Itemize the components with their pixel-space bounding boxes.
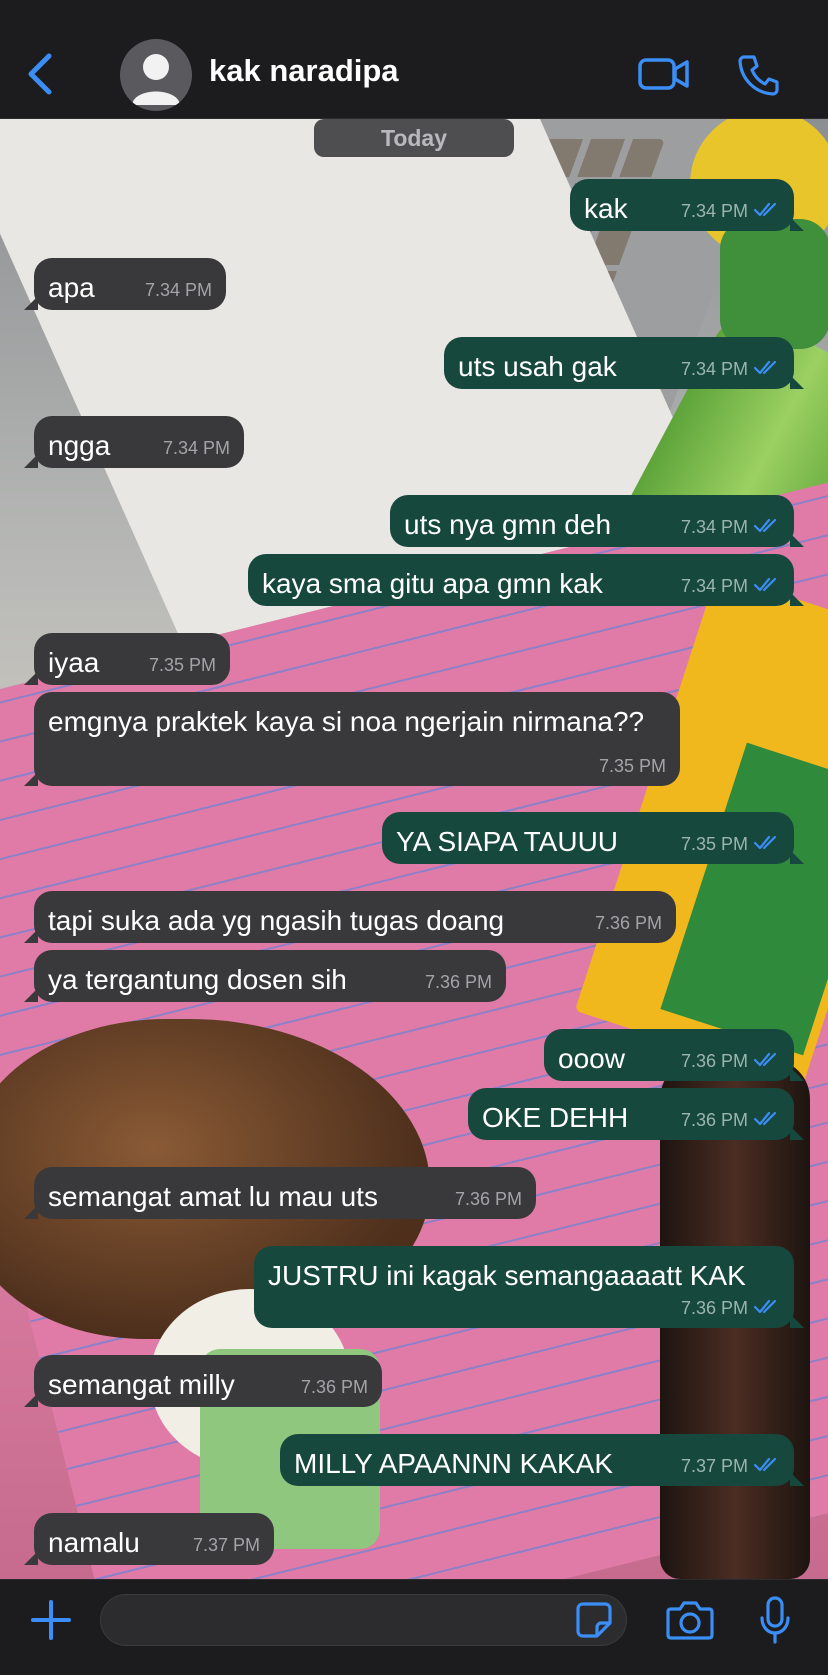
message-text: emgnya praktek kaya si noa ngerjain nirm… bbox=[48, 706, 645, 737]
message-meta: 7.35 PM bbox=[599, 756, 666, 776]
message-meta: 7.36 PM bbox=[301, 1377, 368, 1397]
message-time: 7.36 PM bbox=[680, 1051, 748, 1071]
bubble-tail bbox=[24, 671, 38, 685]
message-time: 7.34 PM bbox=[680, 517, 748, 537]
incoming-message-bubble[interactable]: ngga 7.34 PM bbox=[24, 416, 244, 468]
bubble-tail bbox=[790, 1314, 804, 1328]
avatar[interactable] bbox=[120, 39, 192, 111]
message-time: 7.36 PM bbox=[300, 1377, 368, 1397]
bubble-tail bbox=[790, 217, 804, 231]
message-time: 7.35 PM bbox=[598, 756, 666, 776]
bubble-tail bbox=[24, 1205, 38, 1219]
outgoing-message-bubble[interactable]: MILLY APAANNN KAKAK 7.37 PM bbox=[280, 1434, 804, 1486]
message-meta: 7.37 PM bbox=[193, 1535, 260, 1555]
message-meta: 7.35 PM bbox=[681, 834, 780, 854]
bubble-tail bbox=[24, 1551, 38, 1565]
incoming-message-bubble[interactable]: semangat milly 7.36 PM bbox=[24, 1355, 382, 1407]
message-meta: 7.35 PM bbox=[149, 655, 216, 675]
microphone-icon[interactable] bbox=[752, 1592, 798, 1648]
incoming-message-bubble[interactable]: emgnya praktek kaya si noa ngerjain nirm… bbox=[24, 692, 680, 786]
message-time: 7.36 PM bbox=[680, 1298, 748, 1318]
bubble-tail bbox=[790, 850, 804, 864]
double-check-icon bbox=[754, 1298, 780, 1318]
incoming-message-bubble[interactable]: ya tergantung dosen sih 7.36 PM bbox=[24, 950, 506, 1002]
message-time: 7.36 PM bbox=[424, 972, 492, 992]
message-time: 7.34 PM bbox=[680, 576, 748, 596]
outgoing-message-bubble[interactable]: JUSTRU ini kagak semangaaaatt KAK 7.36 PM bbox=[254, 1246, 804, 1328]
message-time: 7.37 PM bbox=[192, 1535, 260, 1555]
bubble-tail bbox=[790, 533, 804, 547]
composer-bar bbox=[0, 1579, 828, 1675]
message-input[interactable] bbox=[100, 1594, 627, 1646]
bubble-tail bbox=[790, 1067, 804, 1081]
sticker-icon[interactable] bbox=[570, 1596, 618, 1644]
message-meta: 7.34 PM bbox=[681, 517, 780, 537]
plus-icon[interactable] bbox=[26, 1594, 76, 1646]
message-meta: 7.34 PM bbox=[681, 201, 780, 221]
message-time: 7.34 PM bbox=[144, 280, 212, 300]
bubble-tail bbox=[790, 375, 804, 389]
message-text: tapi suka ada yg ngasih tugas doang bbox=[48, 905, 505, 936]
outgoing-message-bubble[interactable]: ooow 7.36 PM bbox=[544, 1029, 804, 1081]
chevron-left-icon[interactable] bbox=[18, 52, 62, 96]
double-check-icon bbox=[754, 834, 780, 854]
message-meta: 7.34 PM bbox=[681, 576, 780, 596]
outgoing-message-bubble[interactable]: uts nya gmn deh 7.34 PM bbox=[390, 495, 804, 547]
message-time: 7.35 PM bbox=[148, 655, 216, 675]
bubble-tail bbox=[24, 454, 38, 468]
chat-header: kak naradipa bbox=[0, 0, 828, 119]
bubble-tail bbox=[24, 772, 38, 786]
message-meta: 7.34 PM bbox=[145, 280, 212, 300]
message-time: 7.37 PM bbox=[680, 1456, 748, 1476]
message-time: 7.34 PM bbox=[680, 359, 748, 379]
message-time: 7.35 PM bbox=[680, 834, 748, 854]
message-meta: 7.36 PM bbox=[595, 913, 662, 933]
outgoing-message-bubble[interactable]: kaya sma gitu apa gmn kak 7.34 PM bbox=[248, 554, 804, 606]
message-time: 7.36 PM bbox=[594, 913, 662, 933]
contact-name[interactable]: kak naradipa bbox=[209, 53, 399, 89]
message-time: 7.36 PM bbox=[680, 1110, 748, 1130]
message-meta: 7.36 PM bbox=[681, 1298, 780, 1318]
double-check-icon bbox=[754, 1110, 780, 1130]
outgoing-message-bubble[interactable]: kak 7.34 PM bbox=[570, 179, 804, 231]
message-meta: 7.36 PM bbox=[681, 1051, 780, 1071]
message-meta: 7.36 PM bbox=[455, 1189, 522, 1209]
message-meta: 7.36 PM bbox=[425, 972, 492, 992]
message-time: 7.36 PM bbox=[454, 1189, 522, 1209]
date-separator: Today bbox=[314, 119, 514, 157]
double-check-icon bbox=[754, 1456, 780, 1476]
outgoing-message-bubble[interactable]: OKE DEHH 7.36 PM bbox=[468, 1088, 804, 1140]
incoming-message-bubble[interactable]: apa 7.34 PM bbox=[24, 258, 226, 310]
outgoing-message-bubble[interactable]: uts usah gak 7.34 PM bbox=[444, 337, 804, 389]
double-check-icon bbox=[754, 359, 780, 379]
bubble-tail bbox=[24, 1393, 38, 1407]
bubble-tail bbox=[24, 296, 38, 310]
message-time: 7.34 PM bbox=[162, 438, 230, 458]
bubble-tail bbox=[790, 592, 804, 606]
bubble-tail bbox=[24, 929, 38, 943]
bubble-tail bbox=[790, 1126, 804, 1140]
double-check-icon bbox=[754, 1051, 780, 1071]
message-meta: 7.34 PM bbox=[681, 359, 780, 379]
message-meta: 7.37 PM bbox=[681, 1456, 780, 1476]
incoming-message-bubble[interactable]: tapi suka ada yg ngasih tugas doang 7.36 … bbox=[24, 891, 676, 943]
camera-icon[interactable] bbox=[664, 1594, 716, 1646]
message-meta: 7.36 PM bbox=[681, 1110, 780, 1130]
phone-icon[interactable] bbox=[736, 52, 782, 98]
video-camera-icon[interactable] bbox=[636, 52, 692, 96]
message-meta: 7.34 PM bbox=[163, 438, 230, 458]
message-time: 7.34 PM bbox=[680, 201, 748, 221]
double-check-icon bbox=[754, 201, 780, 221]
double-check-icon bbox=[754, 517, 780, 537]
incoming-message-bubble[interactable]: namalu 7.37 PM bbox=[24, 1513, 274, 1565]
message-text: semangat amat lu mau uts bbox=[48, 1181, 378, 1212]
bubble-tail bbox=[790, 1472, 804, 1486]
incoming-message-bubble[interactable]: iyaa 7.35 PM bbox=[24, 633, 230, 685]
incoming-message-bubble[interactable]: semangat amat lu mau uts 7.36 PM bbox=[24, 1167, 536, 1219]
bubble-tail bbox=[24, 988, 38, 1002]
double-check-icon bbox=[754, 576, 780, 596]
outgoing-message-bubble[interactable]: YA SIAPA TAUUU 7.35 PM bbox=[382, 812, 804, 864]
